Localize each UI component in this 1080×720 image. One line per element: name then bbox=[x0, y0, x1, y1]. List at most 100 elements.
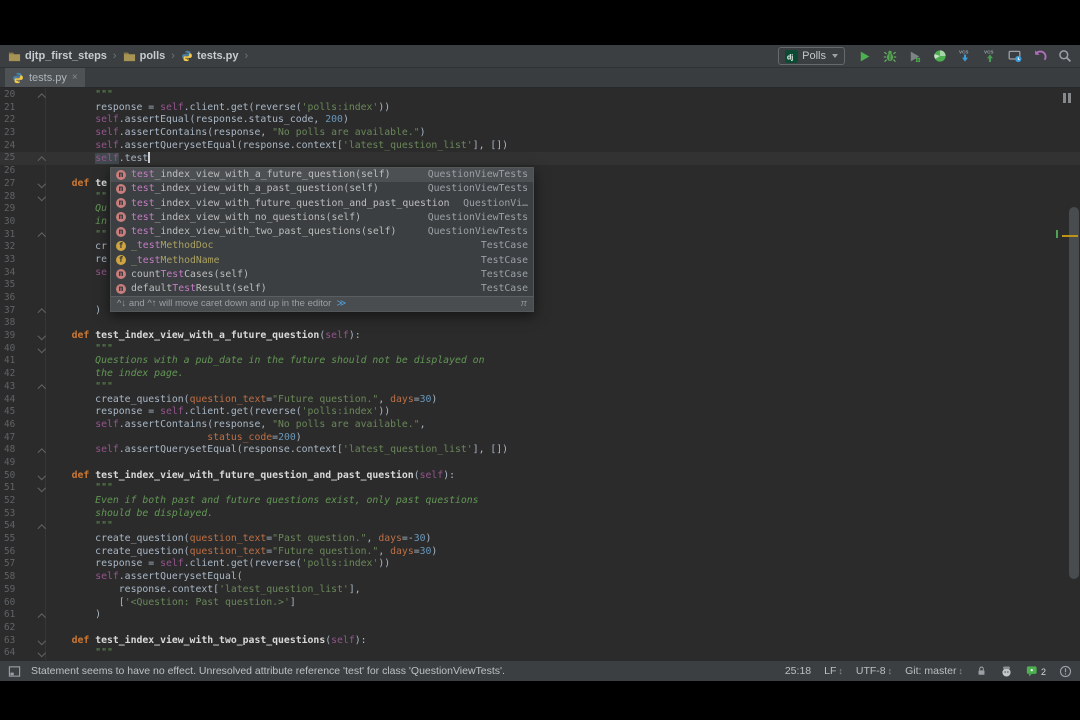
run-icon[interactable] bbox=[857, 49, 872, 64]
notifications-icon bbox=[1026, 665, 1038, 677]
completion-item[interactable]: f_testMethodDocTestCase bbox=[111, 239, 533, 253]
code-line[interactable]: 47 status_code=200) bbox=[0, 432, 1080, 445]
warning-stripe-marker[interactable] bbox=[1062, 235, 1078, 237]
run-configuration-selector[interactable]: dj Polls bbox=[778, 47, 845, 65]
fold-marker-icon[interactable] bbox=[38, 473, 46, 481]
fold-marker-icon[interactable] bbox=[38, 155, 46, 163]
fold-marker-icon[interactable] bbox=[38, 92, 46, 100]
fold-marker-icon[interactable] bbox=[38, 308, 46, 316]
completion-item[interactable]: mtest_index_view_with_a_past_question(se… bbox=[111, 182, 533, 196]
scrollbar-thumb[interactable] bbox=[1069, 207, 1079, 579]
fold-marker-icon[interactable] bbox=[38, 650, 46, 658]
code-line[interactable]: 41 Questions with a pub_date in the futu… bbox=[0, 355, 1080, 368]
git-branch-widget[interactable]: Git: master↕ bbox=[905, 665, 963, 677]
completion-item[interactable]: mtest_index_view_with_no_questions(self)… bbox=[111, 210, 533, 224]
code-line[interactable]: 49 bbox=[0, 457, 1080, 470]
code-line[interactable]: 40 """ bbox=[0, 343, 1080, 356]
breadcrumb-item[interactable]: tests.py bbox=[181, 50, 239, 62]
caret-position-widget[interactable]: 25:18 bbox=[785, 665, 811, 677]
notifications-widget[interactable]: 2 bbox=[1026, 665, 1046, 677]
line-number: 38 bbox=[4, 317, 15, 330]
completion-item[interactable]: mdefaultTestResult(self)TestCase bbox=[111, 282, 533, 296]
fold-marker-icon[interactable] bbox=[38, 485, 46, 493]
rollback-icon[interactable] bbox=[1032, 49, 1047, 64]
close-icon[interactable]: × bbox=[72, 73, 78, 83]
fold-marker-icon[interactable] bbox=[38, 181, 46, 189]
completion-name: _index_view_with_a_future_question(self) bbox=[155, 169, 391, 180]
completion-hint: ^↓ and ^↑ will move caret down and up in… bbox=[117, 298, 331, 309]
code-text: create_question(question_text="Future qu… bbox=[48, 394, 437, 407]
completion-item[interactable]: mtest_index_view_with_a_future_question(… bbox=[111, 168, 533, 182]
code-editor[interactable]: 20 """21 response = self.client.get(reve… bbox=[0, 88, 1080, 660]
tab-tests-py[interactable]: tests.py × bbox=[5, 68, 85, 87]
search-icon[interactable] bbox=[1057, 49, 1072, 64]
code-line[interactable]: 24 self.assertQuerysetEqual(response.con… bbox=[0, 140, 1080, 153]
fold-marker-icon[interactable] bbox=[38, 384, 46, 392]
code-line[interactable]: 42 the index page. bbox=[0, 368, 1080, 381]
completion-item[interactable]: mtest_index_view_with_future_question_an… bbox=[111, 196, 533, 210]
breadcrumb-item[interactable]: polls bbox=[123, 50, 166, 63]
code-line[interactable]: 46 self.assertContains(response, "No pol… bbox=[0, 419, 1080, 432]
line-number: 32 bbox=[4, 241, 15, 254]
code-line[interactable]: 60 ['<Question: Past question.>'] bbox=[0, 597, 1080, 610]
code-text: create_question(question_text="Past ques… bbox=[48, 533, 431, 546]
code-line[interactable]: 20 """ bbox=[0, 89, 1080, 102]
code-line[interactable]: 55 create_question(question_text="Past q… bbox=[0, 533, 1080, 546]
encoding-widget[interactable]: UTF-8↕ bbox=[856, 665, 892, 677]
code-line[interactable]: 52 Even if both past and future question… bbox=[0, 495, 1080, 508]
code-line[interactable]: 64 """ bbox=[0, 647, 1080, 660]
code-line[interactable]: 53 should be displayed. bbox=[0, 508, 1080, 521]
hint-more-link[interactable]: ≫ bbox=[336, 298, 345, 309]
fold-marker-icon[interactable] bbox=[38, 232, 46, 240]
code-line[interactable]: 54 """ bbox=[0, 520, 1080, 533]
fold-marker-icon[interactable] bbox=[38, 523, 46, 531]
completion-item[interactable]: mtest_index_view_with_two_past_questions… bbox=[111, 225, 533, 239]
vcs-update-icon[interactable]: VCS bbox=[957, 49, 972, 64]
completion-match: test bbox=[131, 212, 155, 223]
debug-icon[interactable] bbox=[882, 49, 897, 64]
code-line[interactable]: 51 """ bbox=[0, 482, 1080, 495]
profiler-icon[interactable] bbox=[932, 49, 947, 64]
code-line[interactable]: 56 create_question(question_text="Future… bbox=[0, 546, 1080, 559]
lock-icon[interactable] bbox=[976, 665, 987, 677]
code-line[interactable]: 58 self.assertQuerysetEqual( bbox=[0, 571, 1080, 584]
folder-icon bbox=[123, 50, 136, 63]
fold-marker-icon[interactable] bbox=[38, 194, 46, 202]
code-line[interactable]: 62 bbox=[0, 622, 1080, 635]
exclamation-icon[interactable] bbox=[1059, 665, 1072, 678]
code-line[interactable]: 63 def test_index_view_with_two_past_que… bbox=[0, 635, 1080, 648]
code-line[interactable]: 57 response = self.client.get(reverse('p… bbox=[0, 558, 1080, 571]
notification-count: 2 bbox=[1041, 667, 1046, 677]
completion-item[interactable]: f_testMethodNameTestCase bbox=[111, 253, 533, 267]
changes-icon[interactable] bbox=[1007, 49, 1022, 64]
line-ending-widget[interactable]: LF↕ bbox=[824, 665, 843, 677]
completion-item[interactable]: mcountTestCases(self)TestCase bbox=[111, 267, 533, 281]
code-line[interactable]: 38 bbox=[0, 317, 1080, 330]
code-line[interactable]: 50 def test_index_view_with_future_quest… bbox=[0, 470, 1080, 483]
code-line[interactable]: 23 self.assertContains(response, "No pol… bbox=[0, 127, 1080, 140]
code-line[interactable]: 39 def test_index_view_with_a_future_que… bbox=[0, 330, 1080, 343]
fold-marker-icon[interactable] bbox=[38, 346, 46, 354]
code-line[interactable]: 22 self.assertEqual(response.status_code… bbox=[0, 114, 1080, 127]
code-text: ) bbox=[48, 305, 101, 318]
code-line[interactable]: 25 self.test bbox=[0, 152, 1080, 165]
code-line[interactable]: 44 create_question(question_text="Future… bbox=[0, 394, 1080, 407]
code-line[interactable]: 59 response.context['latest_question_lis… bbox=[0, 584, 1080, 597]
breadcrumb-item[interactable]: djtp_first_steps bbox=[8, 50, 107, 63]
fold-marker-icon[interactable] bbox=[38, 612, 46, 620]
code-line[interactable]: 21 response = self.client.get(reverse('p… bbox=[0, 102, 1080, 115]
code-line[interactable]: 45 response = self.client.get(reverse('p… bbox=[0, 406, 1080, 419]
fold-marker-icon[interactable] bbox=[38, 333, 46, 341]
code-line[interactable]: 61 ) bbox=[0, 609, 1080, 622]
inspection-indicator[interactable] bbox=[1063, 93, 1071, 103]
completion-match: test bbox=[131, 169, 155, 180]
hector-inspector-icon[interactable] bbox=[1000, 665, 1013, 678]
coverage-icon[interactable] bbox=[907, 49, 922, 64]
fold-marker-icon[interactable] bbox=[38, 638, 46, 646]
toggle-toolwindows-icon[interactable] bbox=[8, 665, 21, 678]
code-line[interactable]: 43 """ bbox=[0, 381, 1080, 394]
code-line[interactable]: 48 self.assertQuerysetEqual(response.con… bbox=[0, 444, 1080, 457]
fold-marker-icon[interactable] bbox=[38, 447, 46, 455]
completion-name: MethodDoc bbox=[161, 240, 214, 251]
vcs-push-icon[interactable]: VCS bbox=[982, 49, 997, 64]
